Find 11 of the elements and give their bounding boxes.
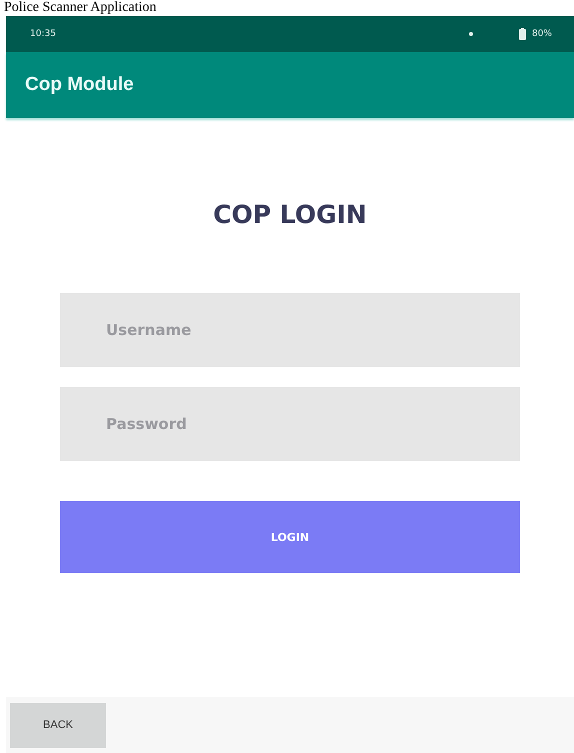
- caption-text: Police Scanner Application: [3, 0, 158, 16]
- battery-level: 80%: [532, 29, 552, 39]
- username-field[interactable]: Username: [60, 293, 520, 367]
- battery-icon: [518, 28, 526, 40]
- status-time: 10:35: [30, 29, 56, 39]
- password-field[interactable]: Password: [60, 387, 520, 461]
- login-heading: COP LOGIN: [213, 200, 367, 229]
- app-title: Cop Module: [25, 74, 134, 96]
- dot-icon: [468, 32, 473, 36]
- login-button[interactable]: LOGIN: [60, 501, 520, 573]
- back-button[interactable]: BACK: [10, 702, 106, 748]
